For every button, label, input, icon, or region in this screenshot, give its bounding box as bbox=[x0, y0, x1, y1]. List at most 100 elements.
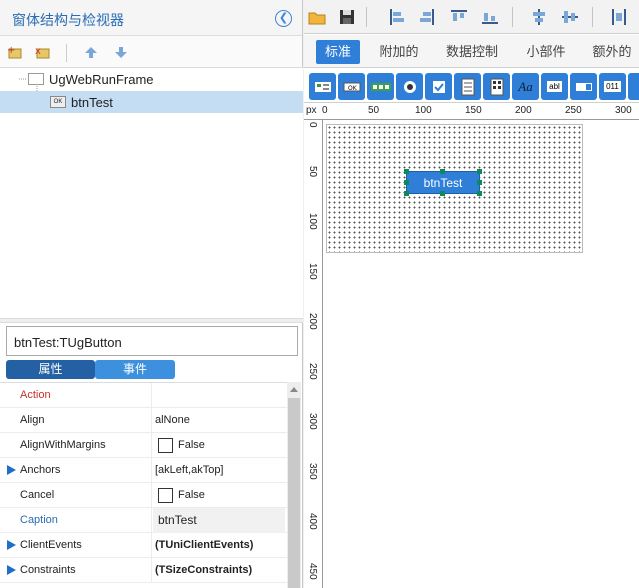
align-bottom-button[interactable] bbox=[479, 6, 501, 28]
delete-component-button[interactable]: x bbox=[32, 41, 54, 63]
property-row-caption[interactable]: Caption btnTest bbox=[0, 508, 287, 533]
svg-text:OK: OK bbox=[348, 85, 358, 92]
property-row-align[interactable]: Align alNone bbox=[0, 408, 287, 433]
align-top-button[interactable] bbox=[448, 6, 470, 28]
svg-text:+: + bbox=[7, 45, 15, 56]
tree-node-label: btnTest bbox=[71, 94, 113, 110]
property-scrollbar[interactable] bbox=[287, 382, 301, 588]
palette-button-icon[interactable]: OK bbox=[338, 73, 365, 100]
ruler-tick: 450 bbox=[307, 563, 318, 580]
ruler-tick: 250 bbox=[565, 105, 582, 116]
tree-node-button[interactable]: OK btnTest bbox=[0, 91, 303, 113]
palette-tabs: 标准 附加的 数据控制 小部件 额外的 bbox=[304, 35, 639, 68]
palette-grid-icon[interactable] bbox=[483, 73, 510, 100]
property-name: Anchors bbox=[20, 458, 152, 483]
palette-label-icon[interactable]: Aa bbox=[512, 73, 539, 100]
expand-arrow-icon[interactable] bbox=[7, 465, 16, 475]
ruler-tick: 350 bbox=[307, 463, 318, 480]
open-folder-button[interactable] bbox=[306, 6, 328, 28]
ruler-tick: 0 bbox=[307, 122, 318, 128]
expand-arrow-icon[interactable] bbox=[7, 565, 16, 575]
palette-spin-text: 011 bbox=[604, 81, 621, 92]
tab-data-controls[interactable]: 数据控制 bbox=[440, 40, 504, 64]
tab-properties[interactable]: 属性 bbox=[6, 360, 95, 379]
property-value[interactable]: (TSizeConstraints) bbox=[153, 558, 285, 583]
toolbar-separator bbox=[66, 44, 67, 62]
property-value[interactable]: (TUniClientEvents) bbox=[153, 533, 285, 558]
panel-splitter[interactable] bbox=[0, 318, 303, 323]
horizontal-ruler: px 0 50 100 150 200 250 300 bbox=[304, 104, 639, 120]
checkbox[interactable] bbox=[158, 487, 173, 503]
tab-widgets[interactable]: 小部件 bbox=[521, 40, 571, 64]
move-up-button[interactable] bbox=[80, 41, 102, 63]
toolbar-separator bbox=[592, 7, 593, 27]
palette-edit-text: abl bbox=[547, 81, 562, 92]
resize-handle[interactable] bbox=[404, 191, 409, 196]
property-row-cancel[interactable]: Cancel False bbox=[0, 483, 287, 508]
center-horizontal-button[interactable] bbox=[528, 6, 550, 28]
tab-additional[interactable]: 附加的 bbox=[374, 40, 424, 64]
palette-edit-icon[interactable]: abl bbox=[541, 73, 568, 100]
property-grid: Action Align alNone AlignWithMargins Fal… bbox=[0, 382, 287, 588]
structure-inspector-panel: 窗体结构与检视器 ❮ + x UgWebRunFrame OK btnTest bbox=[0, 0, 303, 588]
property-name: Align bbox=[20, 408, 152, 433]
property-row-constraints[interactable]: Constraints (TSizeConstraints) bbox=[0, 558, 287, 583]
form-designer: 标准 附加的 数据控制 小部件 额外的 OK Aa abl 011 px 0 5… bbox=[304, 0, 639, 588]
resize-handle[interactable] bbox=[477, 169, 482, 174]
property-value[interactable]: alNone bbox=[153, 408, 285, 433]
property-value[interactable]: btnTest bbox=[153, 508, 285, 533]
vertical-ruler: 0 50 100 150 200 250 300 350 400 450 bbox=[304, 120, 323, 588]
ruler-tick: 150 bbox=[465, 105, 482, 116]
palette-listbox-icon[interactable] bbox=[454, 73, 481, 100]
palette-buttongroup-icon[interactable] bbox=[367, 73, 394, 100]
center-vertical-button[interactable] bbox=[559, 6, 581, 28]
palette-radio-icon[interactable] bbox=[396, 73, 423, 100]
property-row-alignwithmargins[interactable]: AlignWithMargins False bbox=[0, 433, 287, 458]
tree-node-frame[interactable]: UgWebRunFrame bbox=[28, 68, 228, 90]
svg-text:x: x bbox=[35, 46, 41, 57]
property-value[interactable]: False bbox=[153, 483, 285, 508]
resize-handle[interactable] bbox=[404, 169, 409, 174]
move-down-button[interactable] bbox=[110, 41, 132, 63]
panel-title: 窗体结构与检视器 bbox=[12, 12, 124, 28]
button-icon: OK bbox=[50, 96, 66, 108]
resize-handle[interactable] bbox=[477, 191, 482, 196]
designer-toolbar bbox=[304, 0, 639, 34]
collapse-left-icon[interactable]: ❮ bbox=[275, 10, 292, 27]
palette-checkbox-icon[interactable] bbox=[425, 73, 452, 100]
property-name: AlignWithMargins bbox=[20, 433, 152, 458]
resize-handle[interactable] bbox=[440, 191, 445, 196]
scrollbar-thumb[interactable] bbox=[288, 398, 300, 588]
property-row-anchors[interactable]: Anchors [akLeft,akTop] bbox=[0, 458, 287, 483]
palette-checklist-icon[interactable] bbox=[309, 73, 336, 100]
save-button[interactable] bbox=[336, 6, 358, 28]
panel-header: 窗体结构与检视器 ❮ bbox=[0, 0, 302, 36]
palette-spin-icon[interactable]: 011 bbox=[599, 73, 626, 100]
add-component-button[interactable]: + bbox=[4, 41, 26, 63]
resize-handle[interactable] bbox=[477, 180, 482, 185]
component-name-field: btnTest:TUgButton bbox=[6, 326, 298, 356]
palette-more-icon[interactable] bbox=[628, 73, 639, 100]
ruler-tick: 300 bbox=[615, 105, 632, 116]
property-value[interactable] bbox=[153, 383, 285, 408]
caption-value: btnTest bbox=[158, 513, 197, 527]
resize-handle[interactable] bbox=[440, 169, 445, 174]
property-row-clientevents[interactable]: ClientEvents (TUniClientEvents) bbox=[0, 533, 287, 558]
checkbox[interactable] bbox=[158, 437, 173, 453]
align-left-button[interactable] bbox=[386, 6, 408, 28]
tab-events[interactable]: 事件 bbox=[95, 360, 175, 379]
property-row-action[interactable]: Action bbox=[0, 383, 287, 408]
property-name: Caption bbox=[20, 508, 152, 533]
property-value[interactable]: False bbox=[153, 433, 285, 458]
tab-standard[interactable]: 标准 bbox=[316, 40, 360, 64]
tab-extra[interactable]: 额外的 bbox=[587, 40, 637, 64]
expand-arrow-icon[interactable] bbox=[7, 540, 16, 550]
checkbox-label: False bbox=[178, 489, 205, 501]
resize-handle[interactable] bbox=[404, 180, 409, 185]
space-evenly-button[interactable] bbox=[608, 6, 630, 28]
align-right-button[interactable] bbox=[416, 6, 438, 28]
scroll-up-icon[interactable] bbox=[290, 387, 298, 392]
property-value[interactable]: [akLeft,akTop] bbox=[153, 458, 285, 483]
palette-combo-icon[interactable] bbox=[570, 73, 597, 100]
ruler-tick: 250 bbox=[307, 363, 318, 380]
